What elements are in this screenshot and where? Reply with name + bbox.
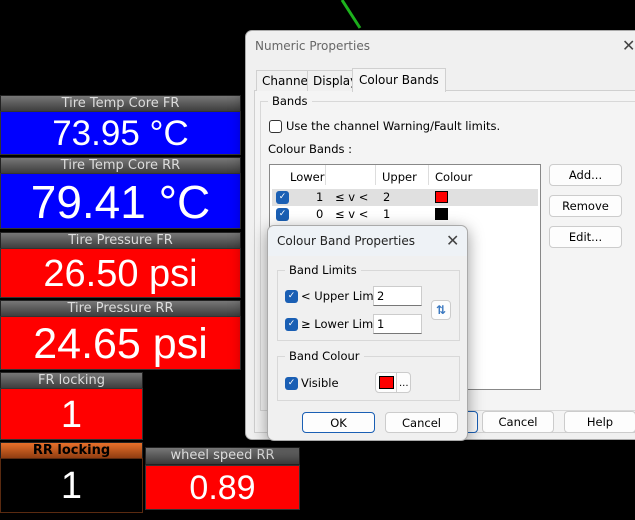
row-colour-swatch [435,191,448,203]
upper-limit-label: < Upper Limit [301,289,382,303]
table-row[interactable]: ✓ 1 ≤ v < 2 [272,189,538,206]
use-limits-checkbox[interactable] [269,120,282,133]
tab-colour-bands[interactable]: Colour Bands [352,68,446,92]
close-icon[interactable]: ✕ [446,231,459,250]
upper-limit-checkbox[interactable]: ✓ [285,290,298,303]
dialog-title: Numeric Properties [255,39,370,53]
row-op: ≤ v < [335,190,369,204]
colour-picker-button[interactable]: ... [375,372,411,393]
cancel-button[interactable]: Cancel [482,411,554,433]
row-upper: 2 [383,190,391,204]
cancel-button[interactable]: Cancel [385,412,458,433]
table-row[interactable]: ✓ 0 ≤ v < 1 [272,206,538,223]
colour-band-properties-dialog: Colour Band Properties ✕ Band Limits ✓ <… [267,225,468,441]
band-limits-label: Band Limits [285,263,361,277]
gauge-value-tire-temp-rr[interactable]: 79.41 °C [0,173,241,229]
lower-limit-input[interactable]: 1 [373,314,422,334]
lower-limit-checkbox[interactable]: ✓ [285,318,298,331]
col-lower[interactable]: Lower [290,170,324,184]
row-upper: 1 [383,207,391,221]
help-button[interactable]: Help [564,411,635,433]
col-colour[interactable]: Colour [435,170,472,184]
gauge-value-tire-pressure-rr[interactable]: 24.65 psi [0,316,241,370]
row-colour-swatch [435,208,448,220]
upper-limit-input[interactable]: 2 [373,286,422,306]
close-icon[interactable]: ✕ [622,36,635,55]
lower-limit-label: ≥ Lower Limit [301,317,381,331]
gauge-value-tire-temp-fr[interactable]: 73.95 °C [0,111,241,155]
green-trace-line [340,0,362,29]
visible-checkbox[interactable]: ✓ [285,377,298,390]
colour-bands-label: Colour Bands : [268,142,353,156]
row-lower: 1 [316,190,324,204]
bands-group-label: Bands [268,94,312,108]
col-divider [428,165,429,185]
gauge-value-wheel-speed-rr[interactable]: 0.89 [145,465,300,510]
swap-limits-icon[interactable]: ⇅ [431,300,451,320]
visible-label: Visible [301,376,339,390]
use-limits-label: Use the channel Warning/Fault limits. [286,119,501,133]
dialog-title: Colour Band Properties [268,226,467,256]
band-colour-label: Band Colour [285,349,364,363]
colour-more: ... [396,373,409,392]
col-upper[interactable]: Upper [382,170,417,184]
ok-button[interactable]: OK [302,412,375,433]
col-divider [325,165,326,185]
add-button[interactable]: Add... [549,164,622,186]
row-checkbox[interactable]: ✓ [276,208,289,221]
gauge-value-tire-pressure-fr[interactable]: 26.50 psi [0,248,241,298]
col-divider [375,165,376,185]
remove-button[interactable]: Remove [549,195,622,217]
row-checkbox[interactable]: ✓ [276,191,289,204]
gauge-value-rr-locking[interactable]: 1 [0,458,143,513]
colour-swatch [379,376,394,389]
edit-button[interactable]: Edit... [549,226,622,248]
gauge-value-fr-locking[interactable]: 1 [0,388,143,440]
row-op: ≤ v < [335,207,369,221]
gauge-label-wheel-speed-rr: wheel speed RR [145,447,300,465]
row-lower: 0 [316,207,324,221]
